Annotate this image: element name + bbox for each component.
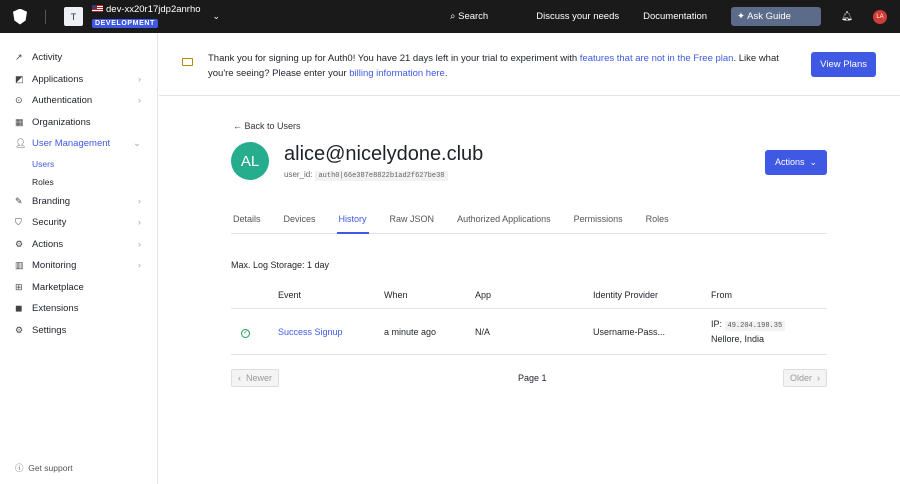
us-flag-icon	[92, 4, 103, 12]
tab-permissions[interactable]: Permissions	[572, 208, 625, 234]
brush-icon: ✎	[15, 195, 23, 206]
tab-devices[interactable]: Devices	[282, 208, 318, 234]
event-idp: Username-Pass...	[593, 326, 666, 337]
header-app: App	[475, 290, 492, 300]
chart-icon: ▥	[15, 260, 24, 271]
sidebar-item-applications[interactable]: ◩ Applications ›	[0, 69, 157, 91]
user-management-icon: 👤︎	[15, 138, 27, 149]
divider	[45, 9, 46, 24]
user-id-value[interactable]: auth0|66e387e8822b1ad2f627be38	[315, 171, 448, 181]
sidebar-item-authentication[interactable]: ⊙ Authentication ›	[0, 90, 157, 112]
user-tabs: Details Devices History Raw JSON Authori…	[231, 208, 827, 234]
pagination: ‹ Newer Page 1 Older ›	[231, 369, 827, 387]
tab-details[interactable]: Details	[231, 208, 263, 234]
marketplace-icon: ⊞	[15, 281, 23, 292]
organizations-icon: ▦	[15, 116, 24, 127]
view-plans-button[interactable]: View Plans	[811, 52, 876, 77]
newer-button[interactable]: ‹ Newer	[231, 369, 280, 387]
log-storage-label: Max. Log Storage: 1 day	[231, 260, 330, 270]
sidebar-item-branding[interactable]: ✎ Branding ›	[0, 191, 157, 213]
header-when: When	[384, 290, 408, 300]
back-to-users-link[interactable]: ← Back to Users	[233, 121, 301, 131]
billing-link[interactable]: billing information here	[349, 68, 445, 79]
gear-icon: ⚙	[15, 324, 24, 335]
user-email: alice@nicelydone.club	[284, 143, 484, 165]
trial-message: Thank you for signing up for Auth0! You …	[208, 53, 779, 79]
sidebar-item-monitoring[interactable]: ▥ Monitoring ›	[0, 255, 157, 277]
ip-address: 49.204.198.35	[724, 321, 786, 331]
env-badge: DEVELOPMENT	[92, 18, 158, 28]
table-header: Event When App Identity Provider From	[231, 282, 827, 309]
user-avatar-large: AL	[231, 142, 269, 180]
sidebar-item-organizations[interactable]: ▦ Organizations	[0, 112, 157, 134]
table-row[interactable]: ✓ Success Signup a minute ago N/A Userna…	[231, 309, 827, 355]
top-bar: T dev-xx20r17jdp2anrho DEVELOPMENT ⌄ ⌕ S…	[0, 0, 900, 33]
header-from: From	[711, 290, 732, 300]
search-button[interactable]: ⌕ Search	[450, 11, 512, 22]
sidebar-item-user-management[interactable]: 👤︎ User Management ⌄	[0, 133, 157, 155]
actions-button[interactable]: Actions ⌄	[764, 150, 827, 175]
tenant-avatar[interactable]: T	[64, 7, 83, 26]
applications-icon: ◩	[15, 73, 24, 84]
trial-banner: Thank you for signing up for Auth0! You …	[159, 33, 900, 96]
tab-roles[interactable]: Roles	[644, 208, 671, 234]
event-link[interactable]: Success Signup	[278, 327, 343, 337]
header-event: Event	[278, 290, 302, 300]
event-when: a minute ago	[384, 326, 437, 337]
bell-icon[interactable]: 🔔︎	[841, 11, 853, 22]
actions-icon: ⚙	[15, 238, 24, 249]
discuss-link[interactable]: Discuss your needs	[536, 11, 619, 22]
sidebar-sub-roles[interactable]: Roles	[0, 173, 157, 191]
sidebar-item-activity[interactable]: ↗ Activity	[0, 47, 157, 69]
sidebar-sub-users[interactable]: Users	[0, 155, 157, 173]
event-from: IP: 49.204.198.35 Nellore, India	[711, 319, 827, 344]
ask-guide-button[interactable]: ✦ Ask Guide	[731, 7, 821, 26]
sidebar-item-actions[interactable]: ⚙ Actions ›	[0, 234, 157, 256]
event-app: N/A	[475, 326, 491, 337]
sidebar-item-security[interactable]: ⛉ Security ›	[0, 212, 157, 234]
user-id: user_id: auth0|66e387e8822b1ad2f627be38	[284, 170, 448, 181]
event-location: Nellore, India	[711, 334, 765, 344]
extensions-icon: ◼	[15, 303, 23, 314]
activity-icon: ↗	[15, 52, 23, 63]
tab-history[interactable]: History	[336, 208, 369, 234]
page-indicator: Page 1	[518, 373, 547, 383]
tab-raw-json[interactable]: Raw JSON	[388, 208, 437, 234]
sidebar-item-marketplace[interactable]: ⊞ Marketplace	[0, 277, 157, 299]
shield-icon: ⛉	[15, 217, 22, 228]
auth0-logo-icon[interactable]	[13, 8, 27, 25]
header-identity-provider: Identity Provider	[593, 290, 659, 300]
tenant-selector[interactable]: dev-xx20r17jdp2anrho DEVELOPMENT	[92, 4, 201, 30]
help-icon: ⓘ	[15, 463, 24, 473]
user-avatar[interactable]: LA	[873, 9, 887, 24]
sidebar-item-settings[interactable]: ⚙ Settings	[0, 320, 157, 342]
chevron-down-icon[interactable]: ⌄	[213, 11, 221, 22]
authentication-icon: ⊙	[15, 95, 23, 106]
credit-card-icon	[182, 58, 193, 66]
older-button[interactable]: Older ›	[782, 369, 827, 387]
check-circle-icon: ✓	[241, 328, 250, 338]
tab-authorized-applications[interactable]: Authorized Applications	[455, 208, 553, 234]
sidebar: ↗ Activity ◩ Applications › ⊙ Authentication…	[0, 33, 158, 484]
get-support-link[interactable]: ⓘ Get support	[15, 462, 73, 474]
documentation-link[interactable]: Documentation	[643, 11, 707, 22]
history-table: Event When App Identity Provider From ✓ …	[231, 282, 827, 355]
sidebar-item-extensions[interactable]: ◼ Extensions	[0, 298, 157, 320]
tenant-name: dev-xx20r17jdp2anrho	[106, 3, 201, 15]
features-link[interactable]: features that are not in the Free plan	[580, 53, 734, 64]
